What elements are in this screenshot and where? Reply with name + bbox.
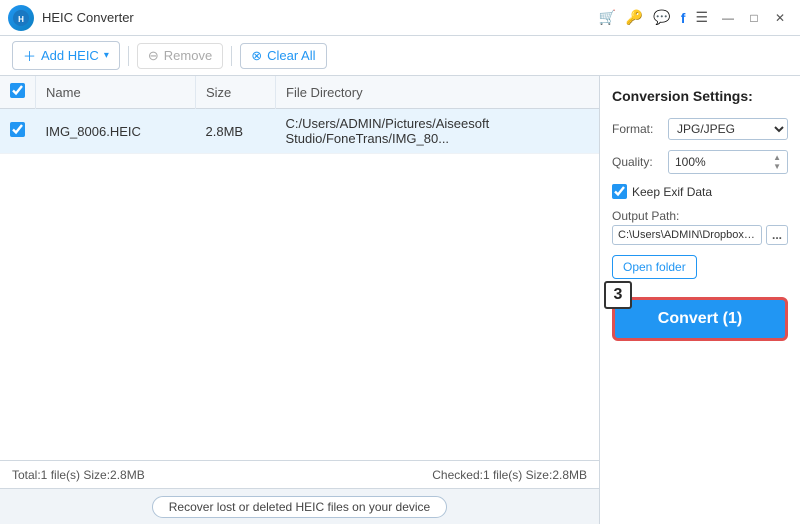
convert-area: 3 Convert (1) [612,297,788,341]
checked-status: Checked:1 file(s) Size:2.8MB [432,468,587,482]
total-status: Total:1 file(s) Size:2.8MB [12,468,145,482]
status-bar: Total:1 file(s) Size:2.8MB Checked:1 fil… [0,460,599,488]
main-content: Name Size File Directory IMG_8006.HEIC 2… [0,76,800,524]
quality-label: Quality: [612,155,662,169]
quality-value: 100% [675,155,706,169]
title-bar: H HEIC Converter 🛒 🔑 💬 f ☰ — □ ✕ [0,0,800,36]
keep-exif-checkbox[interactable] [612,184,627,199]
convert-button[interactable]: Convert (1) [612,297,788,341]
window-controls: — □ ✕ [716,7,792,29]
close-button[interactable]: ✕ [768,7,792,29]
facebook-icon[interactable]: f [681,10,686,26]
settings-panel: Conversion Settings: Format: JPG/JPEG PN… [600,76,800,524]
remove-button[interactable]: ⊖ Remove [137,43,223,69]
cart-icon[interactable]: 🛒 [598,9,615,26]
table-row: IMG_8006.HEIC 2.8MB C:/Users/ADMIN/Pictu… [0,109,599,154]
row-checkbox[interactable] [10,122,25,137]
file-table: Name Size File Directory IMG_8006.HEIC 2… [0,76,599,154]
toolbar: ＋ Add HEIC ▾ ⊖ Remove ⊗ Clear All [0,36,800,76]
minimize-button[interactable]: — [716,7,740,29]
dropdown-arrow-icon: ▾ [104,50,109,61]
col-check-header [0,76,36,109]
col-name-header: Name [36,76,196,109]
table-header-row: Name Size File Directory [0,76,599,109]
recovery-bar: Recover lost or deleted HEIC files on yo… [0,488,599,524]
output-path-label: Output Path: [612,209,788,223]
clear-icon: ⊗ [251,48,262,64]
row-name: IMG_8006.HEIC [36,109,196,154]
quality-row: Quality: 100% ▲ ▼ [612,150,788,174]
quality-arrows[interactable]: ▲ ▼ [773,153,781,171]
app-logo: H [8,5,34,31]
step-badge: 3 [604,281,632,309]
open-folder-button[interactable]: Open folder [612,255,697,279]
col-dir-header: File Directory [276,76,600,109]
output-path-row: C:\Users\ADMIN\Dropbox\PC\ ... [612,225,788,245]
app-title: HEIC Converter [42,10,598,25]
minus-icon: ⊖ [148,48,159,64]
keep-exif-label: Keep Exif Data [632,185,712,199]
file-list-content: Name Size File Directory IMG_8006.HEIC 2… [0,76,599,460]
row-checkbox-cell [0,109,36,154]
toolbar-separator-2 [231,46,232,66]
file-area: Name Size File Directory IMG_8006.HEIC 2… [0,76,600,524]
format-label: Format: [612,122,662,136]
key-icon[interactable]: 🔑 [626,9,643,26]
svg-text:H: H [18,15,24,24]
plus-icon: ＋ [23,46,36,65]
add-heic-button[interactable]: ＋ Add HEIC ▾ [12,41,120,70]
row-dir: C:/Users/ADMIN/Pictures/Aiseesoft Studio… [276,109,600,154]
format-select[interactable]: JPG/JPEG PNG BMP GIF TIFF [668,118,788,140]
format-row: Format: JPG/JPEG PNG BMP GIF TIFF [612,118,788,140]
col-size-header: Size [196,76,276,109]
quality-input[interactable]: 100% ▲ ▼ [668,150,788,174]
recovery-button[interactable]: Recover lost or deleted HEIC files on yo… [152,496,447,518]
title-bar-action-icons: 🛒 🔑 💬 f ☰ [598,9,708,26]
browse-button[interactable]: ... [766,225,788,245]
row-size: 2.8MB [196,109,276,154]
toolbar-separator-1 [128,46,129,66]
chat-icon[interactable]: 💬 [653,9,670,26]
output-path-section: Output Path: C:\Users\ADMIN\Dropbox\PC\ … [612,209,788,245]
output-path-value: C:\Users\ADMIN\Dropbox\PC\ [612,225,762,245]
maximize-button[interactable]: □ [742,7,766,29]
settings-title: Conversion Settings: [612,88,788,104]
menu-icon[interactable]: ☰ [695,9,708,26]
clear-all-button[interactable]: ⊗ Clear All [240,43,326,69]
select-all-checkbox[interactable] [10,83,25,98]
keep-exif-row: Keep Exif Data [612,184,788,199]
